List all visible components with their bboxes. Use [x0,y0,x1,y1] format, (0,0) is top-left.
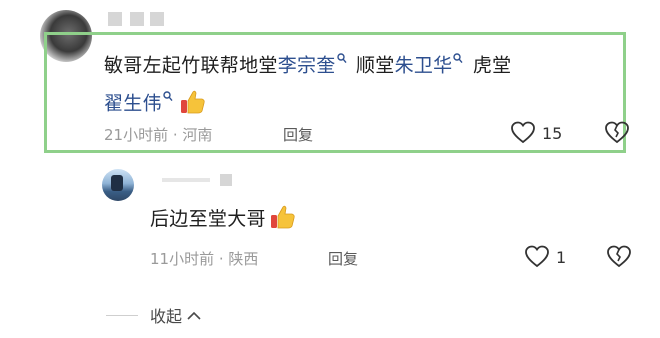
reply-button[interactable]: 回复 [328,248,358,269]
like-button[interactable] [510,121,536,149]
thumbs-up-emoji [180,89,206,115]
comment-text-segment: 顺堂 [355,54,395,77]
username-redacted [108,12,122,26]
mention-link[interactable]: 朱卫华 [395,54,453,76]
collapse-label: 收起 [150,307,183,326]
reply-avatar[interactable] [102,169,134,201]
broken-heart-icon [604,121,630,149]
meta-dot: · [172,126,183,144]
collapse-button[interactable]: 收起 [150,303,201,327]
username-redacted [220,174,232,186]
comment-meta: 21小时前 · 河南 [104,124,212,145]
search-icon[interactable] [453,44,464,77]
like-count: 1 [556,248,567,267]
comment-text: 敏哥左起竹联帮地堂李宗奎 顺堂朱卫华 虎堂翟生伟 [104,44,624,121]
like-count: 15 [542,124,563,143]
broken-heart-icon [606,245,632,273]
divider [106,315,138,316]
mention-link[interactable]: 翟生伟 [104,93,162,115]
comment-time: 21小时前 [104,126,169,144]
username-redacted [150,12,164,26]
comment-location: 河南 [182,126,213,144]
reply-time: 11小时前 [150,250,215,268]
reply-text-content: 后边至堂大哥 [150,208,266,230]
comment-text-segment: 敏哥左起竹联帮地堂 [104,54,278,77]
dislike-button[interactable] [604,121,630,149]
heart-icon [510,121,536,149]
username-redacted [130,12,144,26]
chevron-up-icon [187,307,201,326]
heart-icon [524,245,550,273]
comment-text-segment: 虎堂 [472,54,512,77]
like-button[interactable] [524,245,550,273]
username-redacted [162,178,210,182]
reply-location: 陕西 [228,250,259,268]
reply-meta: 11小时前 · 陕西 [150,248,258,269]
search-icon[interactable] [163,82,173,115]
search-icon[interactable] [336,44,347,77]
reply-button[interactable]: 回复 [283,124,313,145]
reply-text: 后边至堂大哥 [150,203,296,236]
mention-link[interactable]: 李宗奎 [278,54,336,76]
meta-dot: · [218,250,229,268]
dislike-button[interactable] [606,245,632,273]
thumbs-up-emoji [270,204,296,230]
